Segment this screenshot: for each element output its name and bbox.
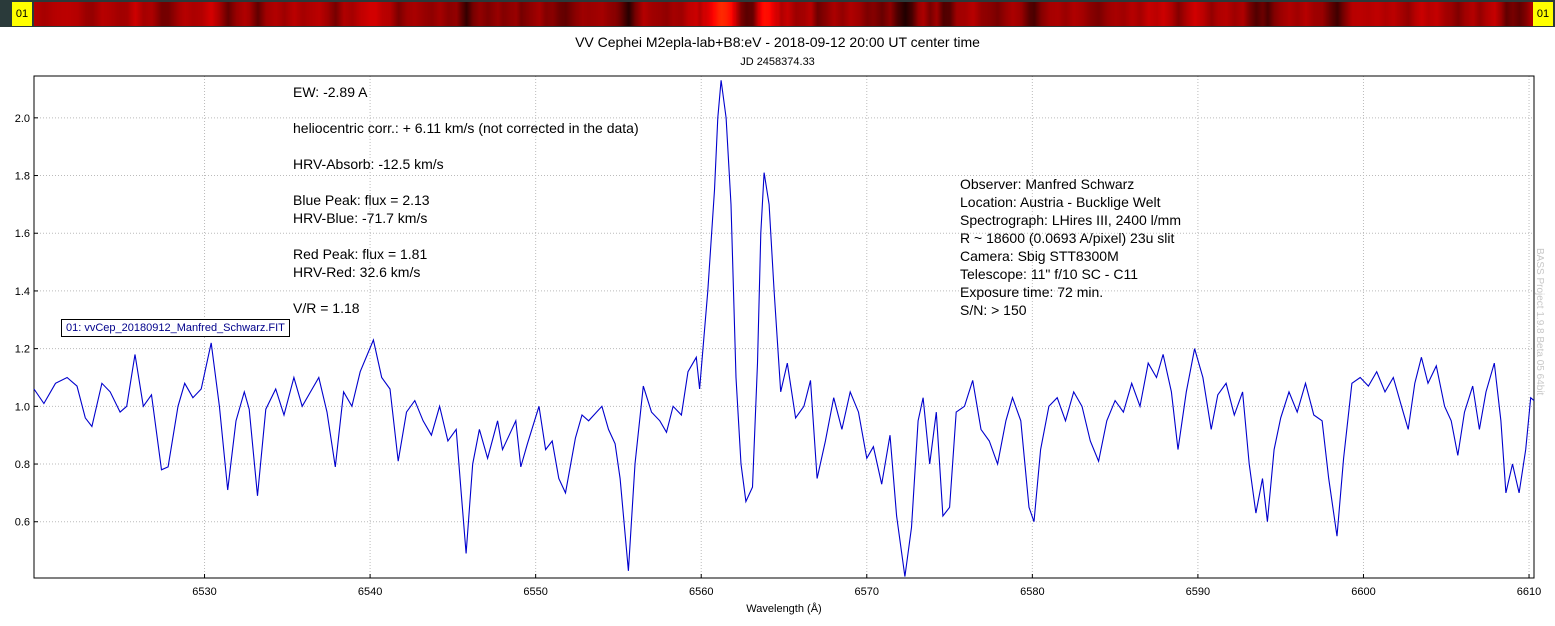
annotation-red-peak: Red Peak: flux = 1.81 — [293, 246, 428, 262]
y-axis-ticks: 0.6 0.8 1.0 1.2 1.4 1.6 1.8 2.0 — [15, 113, 38, 529]
annotation-location: Location: Austria - Bucklige Welt — [960, 194, 1161, 210]
x-axis-label: Wavelength (Å) — [746, 603, 822, 615]
annotation-telescope: Telescope: 11" f/10 SC - C11 — [960, 266, 1138, 282]
y-tick-label: 1.6 — [15, 228, 30, 240]
y-tick-label: 1.8 — [15, 171, 30, 183]
annotation-signal-to-noise: S/N: > 150 — [960, 302, 1027, 318]
y-tick-label: 0.6 — [15, 517, 30, 529]
y-tick-label: 1.2 — [15, 344, 30, 356]
x-tick-label: 6560 — [689, 586, 713, 598]
x-tick-label: 6550 — [523, 586, 547, 598]
annotation-exposure-time: Exposure time: 72 min. — [960, 284, 1104, 300]
plot-svg: 0.6 0.8 1.0 1.2 1.4 1.6 1.8 2.0 6530 6540 6550 656… — [15, 75, 1541, 598]
x-tick-label: 6540 — [358, 586, 382, 598]
x-tick-label: 6570 — [855, 586, 879, 598]
x-tick-label: 6600 — [1351, 586, 1375, 598]
annotation-camera: Camera: Sbig STT8300M — [960, 248, 1119, 264]
x-tick-label: 6530 — [192, 586, 216, 598]
annotation-observer: Observer: Manfred Schwarz — [960, 176, 1135, 192]
y-tick-label: 2.0 — [15, 113, 30, 125]
annotation-resolution: R ~ 18600 (0.0693 A/pixel) 23u slit — [960, 230, 1175, 246]
annotation-hrv-absorb: HRV-Absorb: -12.5 km/s — [293, 156, 444, 172]
annotation-hrv-blue: HRV-Blue: -71.7 km/s — [293, 210, 428, 226]
annotation-spectrograph: Spectrograph: LHires III, 2400 l/mm — [960, 212, 1181, 228]
x-tick-label: 6580 — [1020, 586, 1044, 598]
y-tick-label: 0.8 — [15, 459, 30, 471]
y-tick-label: 1.4 — [15, 286, 30, 298]
annotation-blue-peak: Blue Peak: flux = 2.13 — [293, 192, 430, 208]
y-tick-label: 1.0 — [15, 401, 30, 413]
series-legend: 01: vvCep_20180912_Manfred_Schwarz.FIT — [61, 319, 290, 337]
annotation-vr-ratio: V/R = 1.18 — [293, 300, 360, 316]
annotation-hrv-red: HRV-Red: 32.6 km/s — [293, 264, 421, 280]
annotation-ew: EW: -2.89 A — [293, 84, 368, 100]
x-tick-label: 6590 — [1186, 586, 1210, 598]
annotation-heliocentric-corr: heliocentric corr.: + 6.11 km/s (not cor… — [293, 120, 639, 136]
software-watermark: BASS Project 1.9.8 Beta 05 64bit — [1534, 248, 1545, 396]
x-tick-label: 6610 — [1517, 586, 1541, 598]
